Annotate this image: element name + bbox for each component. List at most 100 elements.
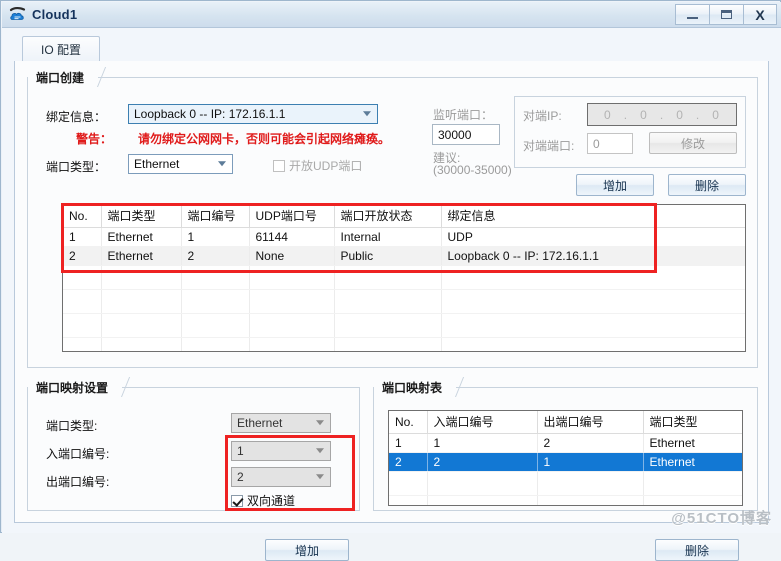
bidirectional-label: 双向通道 [247,494,296,508]
port-table[interactable]: No. 端口类型 端口编号 UDP端口号 端口开放状态 绑定信息 1 Ether… [62,204,746,352]
mapping-delete-button[interactable]: 删除 [655,539,739,561]
warning-text: 请勿绑定公网网卡，否则可能会引起网络瘫痪。 [138,132,391,146]
port-mapping-table-grid: No. 入端口编号 出端口编号 端口类型 1 1 2 Ethernet 2 2 … [389,411,742,505]
mapping-table-header-row: No. 入端口编号 出端口编号 端口类型 [389,411,742,434]
mapping-add-button-label: 增加 [294,543,319,558]
window-controls: X [675,4,777,25]
table-row-empty[interactable] [63,265,745,290]
bind-info-combo[interactable]: Loopback 0 -- IP: 172.16.1.1 [128,104,378,124]
port-type-value: Ethernet [134,157,180,171]
table-row[interactable]: 2 Ethernet 2 None Public Loopback 0 -- I… [63,246,745,266]
table-row-selected[interactable]: 2 2 1 Ethernet [389,452,742,472]
peer-ip-octet-4: 0 [712,107,720,122]
close-button[interactable]: X [743,4,777,25]
chevron-down-icon [316,420,324,426]
title-bar: Cloud1 X [2,2,781,28]
tab-io-config-label: IO 配置 [41,42,82,57]
cell-bind: UDP [441,227,745,247]
port-col-type: 端口类型 [101,205,182,228]
port-col-bind: 绑定信息 [441,205,745,228]
cell-bind: Loopback 0 -- IP: 172.16.1.1 [441,246,745,266]
listen-port-input[interactable]: 30000 [432,124,500,145]
warning-label: 警告： [76,132,113,146]
port-table-grid: No. 端口类型 端口编号 UDP端口号 端口开放状态 绑定信息 1 Ether… [63,205,745,351]
cell-udp: None [249,246,335,266]
bind-info-label: 绑定信息： [46,110,107,124]
peer-ip-octet-1: 0 [604,107,612,122]
cell-type: Ethernet [101,227,182,247]
open-udp-checkbox[interactable]: 开放UDP端口 [273,157,362,174]
ip-dot-1: . [623,107,629,122]
mapping-col-in: 入端口编号 [427,411,538,434]
delete-port-button-label: 删除 [694,178,719,193]
group-port-mapping-table-title: 端口映射表 [374,377,457,397]
add-port-button[interactable]: 增加 [576,174,654,196]
chevron-down-icon [218,161,226,167]
add-port-button-label: 增加 [602,178,627,193]
cell-no: 2 [389,452,428,472]
group-port-create: 端口创建 绑定信息： Loopback 0 -- IP: 172.16.1.1 … [27,67,758,368]
port-mapping-table[interactable]: No. 入端口编号 出端口编号 端口类型 1 1 2 Ethernet 2 2 … [388,410,743,506]
table-row-empty[interactable] [389,471,742,496]
port-col-state: 端口开放状态 [334,205,442,228]
mapping-add-button[interactable]: 增加 [265,539,349,561]
cloud-config-window: Cloud1 X IO 配置 端口创建 绑定信息： Loopback 0 -- … [0,0,781,561]
mapping-delete-button-label: 删除 [684,543,709,558]
ip-dot-2: . [659,107,665,122]
modify-button-label: 修改 [680,136,705,151]
cell-type: Ethernet [101,246,182,266]
open-udp-label: 开放UDP端口 [289,159,363,173]
group-port-create-title: 端口创建 [28,67,99,87]
cell-no: 2 [63,246,102,266]
mapping-port-type-combo[interactable]: Ethernet [231,413,331,433]
bidirectional-checkbox[interactable]: 双向通道 [231,492,295,509]
cell-no: 1 [63,227,102,247]
cell-no: 1 [389,433,428,453]
peer-ip-input[interactable]: 0 . 0 . 0 . 0 [587,103,737,126]
maximize-button[interactable] [709,4,743,25]
peer-ip-label: 对端IP: [523,109,562,123]
mapping-col-out: 出端口编号 [537,411,644,434]
checkbox-box [273,159,285,172]
minimize-button[interactable] [675,4,709,25]
port-col-no: No. [63,205,102,228]
modify-button[interactable]: 修改 [649,132,737,154]
tab-io-config[interactable]: IO 配置 [22,36,101,61]
table-row-empty[interactable] [389,495,742,505]
cell-udp: 61144 [249,227,335,247]
peer-port-label: 对端端口: [523,139,575,153]
delete-port-button[interactable]: 删除 [668,174,746,196]
chevron-down-icon [316,448,324,454]
port-col-udp: UDP端口号 [249,205,335,228]
peer-ip-octet-2: 0 [640,107,648,122]
cell-out: 2 [537,433,644,453]
cell-state: Public [334,246,442,266]
mapping-out-port-label: 出端口编号: [46,475,110,489]
mapping-in-port-combo[interactable]: 1 [231,441,331,461]
table-row-empty[interactable] [63,313,745,338]
table-row[interactable]: 1 1 2 Ethernet [389,433,742,453]
client-area: IO 配置 端口创建 绑定信息： Loopback 0 -- IP: 172.1… [2,28,781,561]
peer-panel: 对端IP: 0 . 0 . 0 . 0 对端端口: 0 修改 [514,96,746,168]
watermark: @51CTO博客 [671,510,772,527]
table-row-empty[interactable] [63,289,745,314]
port-type-label: 端口类型： [46,160,107,174]
checkbox-box [231,494,243,507]
port-type-combo[interactable]: Ethernet [128,154,233,174]
peer-port-input[interactable]: 0 [587,133,633,154]
chevron-down-icon [363,111,371,117]
tab-strip: IO 配置 [14,36,769,62]
suggest-label-line2: (30000-35000) [433,163,512,177]
group-port-mapping-settings: 端口映射设置 端口类型: Ethernet 入端口编号: 1 出端口编号: 2 [27,377,360,511]
table-row[interactable]: 1 Ethernet 1 61144 Internal UDP [63,227,745,247]
cell-number: 2 [181,246,250,266]
table-row-empty[interactable] [63,337,745,351]
cell-out: 1 [537,452,644,472]
close-icon: X [755,6,765,23]
cell-state: Internal [334,227,442,247]
mapping-col-type: 端口类型 [643,411,742,434]
listen-port-label: 监听端口： [433,108,494,122]
mapping-out-port-combo[interactable]: 2 [231,467,331,487]
port-col-number: 端口编号 [181,205,250,228]
mapping-port-type-value: Ethernet [237,416,283,430]
